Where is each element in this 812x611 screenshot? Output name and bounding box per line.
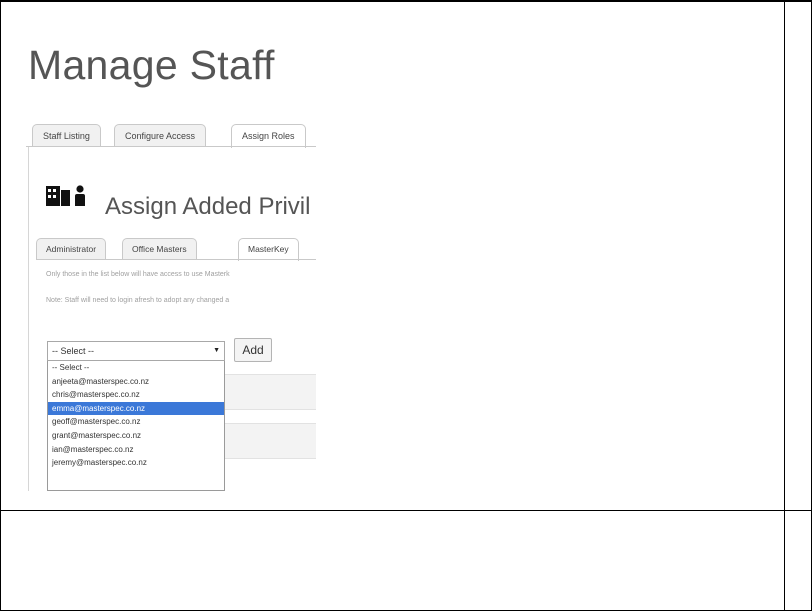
- dropdown-option[interactable]: grant@masterspec.co.nz: [48, 429, 224, 443]
- login-note: Note: Staff will need to login afresh to…: [46, 297, 230, 304]
- tab-assign-roles[interactable]: Assign Roles: [231, 124, 306, 148]
- table-row: [225, 374, 316, 410]
- dropdown-option-highlighted[interactable]: emma@masterspec.co.nz: [48, 401, 224, 416]
- chevron-down-icon: ▼: [213, 347, 220, 354]
- staff-dropdown-list: -- Select -- anjeeta@masterspec.co.nz ch…: [47, 361, 225, 491]
- staff-screenshot: Manage Staff Staff Listing Configure Acc…: [26, 28, 316, 491]
- tab-underline: [36, 259, 316, 260]
- staff-select-value: -- Select --: [52, 346, 95, 356]
- table-row-divider: [0, 510, 812, 511]
- tab-configure-access[interactable]: Configure Access: [114, 124, 207, 146]
- section-icons: [46, 184, 96, 210]
- staff-select[interactable]: -- Select -- ▼: [47, 341, 225, 361]
- table-row: [225, 423, 316, 459]
- tab-administrator[interactable]: Administrator: [36, 238, 107, 259]
- dropdown-option[interactable]: chris@masterspec.co.nz: [48, 388, 224, 402]
- role-tabs: Administrator Office Masters MasterKey: [36, 238, 316, 262]
- tab-staff-listing[interactable]: Staff Listing: [32, 124, 101, 146]
- dropdown-option[interactable]: jeremy@masterspec.co.nz: [48, 456, 224, 470]
- page-title: Manage Staff: [28, 42, 275, 88]
- section-title: Assign Added Privil: [105, 193, 311, 220]
- tab-masterkey[interactable]: MasterKey: [238, 238, 299, 261]
- dropdown-option[interactable]: -- Select --: [48, 361, 224, 375]
- dropdown-option[interactable]: geoff@masterspec.co.nz: [48, 415, 224, 429]
- tab-office-masters[interactable]: Office Masters: [122, 238, 197, 259]
- building-icon: [46, 186, 70, 206]
- dropdown-option[interactable]: ian@masterspec.co.nz: [48, 443, 224, 457]
- table-column-divider: [784, 0, 785, 610]
- dropdown-option[interactable]: anjeeta@masterspec.co.nz: [48, 375, 224, 389]
- access-note: Only those in the list below will have a…: [46, 271, 230, 278]
- person-icon: [75, 185, 85, 206]
- add-button[interactable]: Add: [234, 338, 272, 362]
